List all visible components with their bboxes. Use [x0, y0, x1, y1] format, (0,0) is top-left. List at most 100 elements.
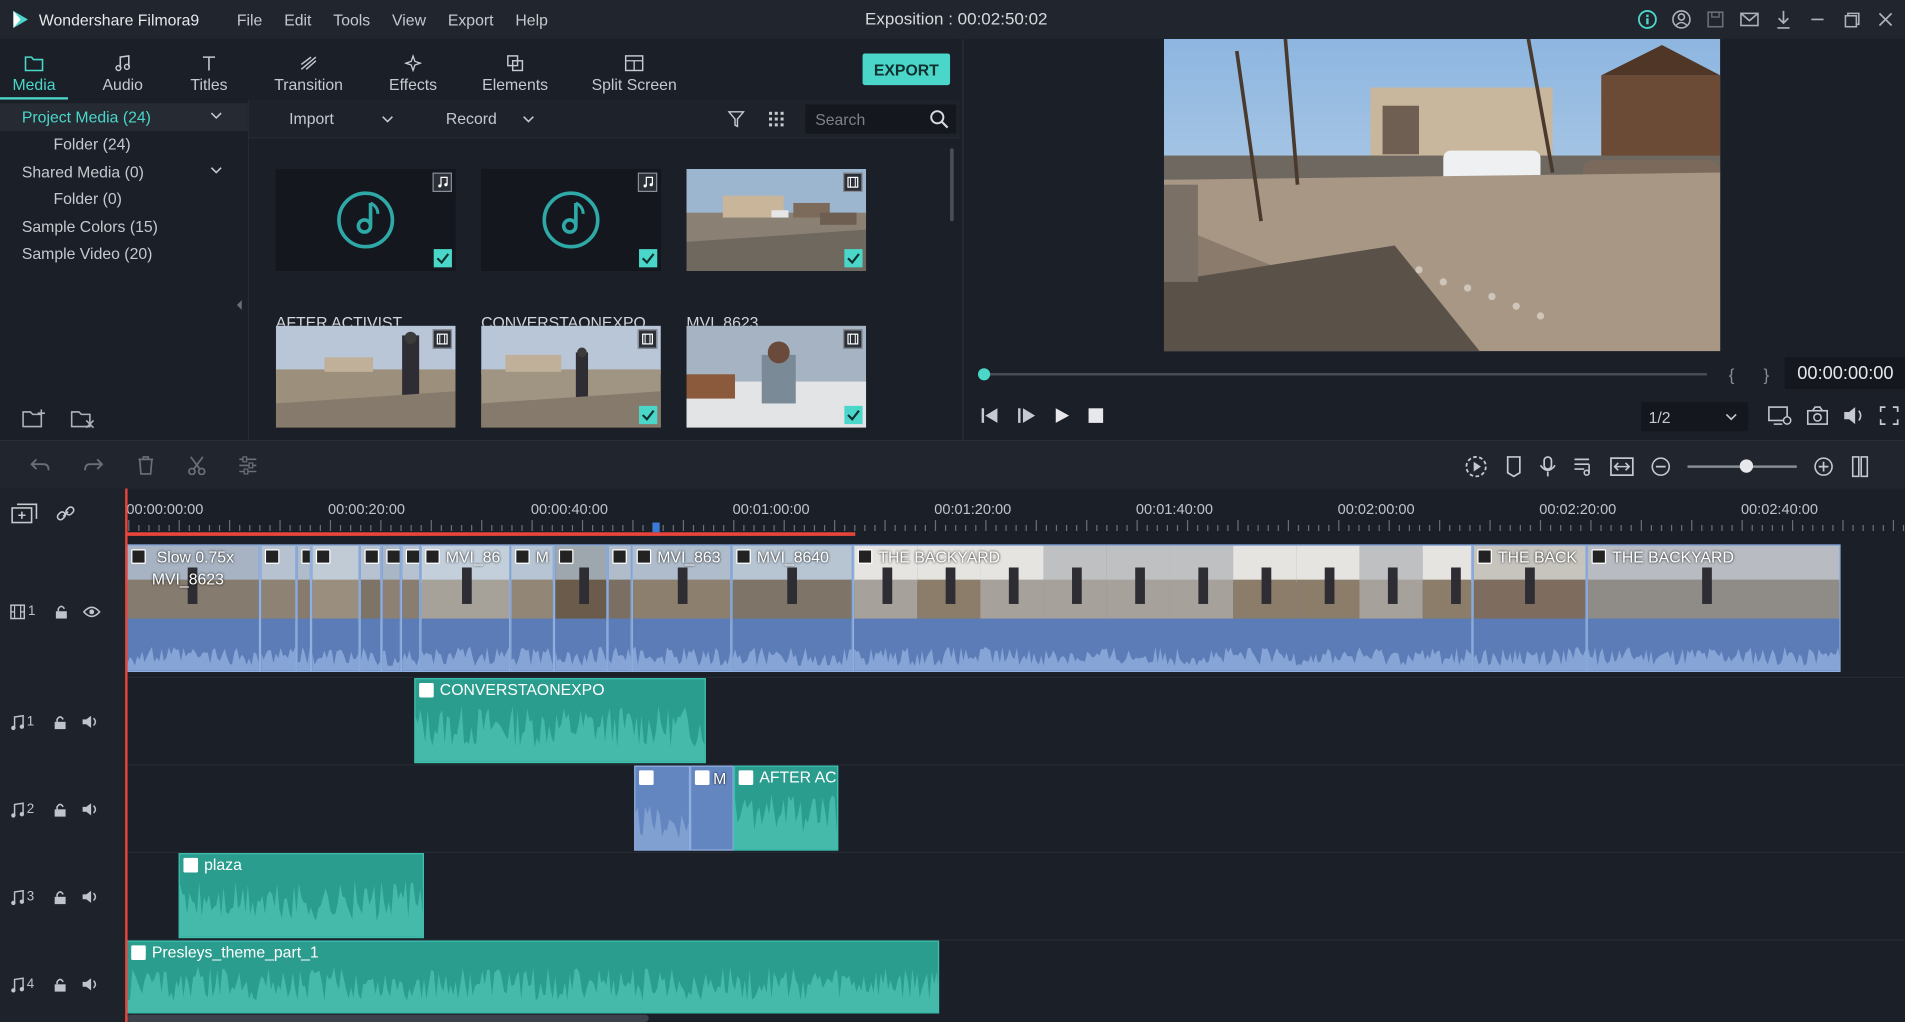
info-icon[interactable]	[1635, 7, 1659, 31]
delete-icon[interactable]	[136, 456, 155, 475]
timeline-horizontal-scrollbar[interactable]	[126, 1014, 649, 1022]
tab-media[interactable]: Media	[0, 39, 69, 100]
tab-titles[interactable]: Titles	[177, 39, 240, 100]
fit-timeline-icon[interactable]	[1610, 457, 1634, 476]
close-icon[interactable]	[1873, 7, 1897, 31]
tree-project-media[interactable]: Project Media (24)	[0, 103, 248, 131]
undo-icon[interactable]	[29, 456, 51, 475]
video-clip[interactable]	[381, 544, 401, 673]
voiceover-list-icon[interactable]	[1573, 456, 1592, 478]
search-box[interactable]: Search	[805, 104, 957, 134]
preview-quality-select[interactable]: 1/2	[1641, 402, 1749, 432]
audio-clip-m[interactable]: M	[690, 765, 734, 851]
search-input[interactable]: Search	[815, 110, 865, 128]
import-dropdown[interactable]: Import	[289, 109, 395, 128]
zoom-in-icon[interactable]	[1814, 457, 1833, 476]
download-icon[interactable]	[1771, 7, 1795, 31]
timeline-marker[interactable]	[652, 522, 660, 533]
link-icon[interactable]	[55, 503, 77, 525]
record-dropdown[interactable]: Record	[446, 109, 536, 128]
media-item-video[interactable]	[275, 325, 456, 428]
video-clip[interactable]: M	[510, 544, 554, 673]
zoom-slider[interactable]	[1687, 459, 1797, 473]
video-clip[interactable]	[296, 544, 312, 673]
tree-folder-24[interactable]: Folder (24)	[0, 131, 248, 158]
tree-sample-colors[interactable]: Sample Colors (15)	[0, 213, 248, 240]
minimize-icon[interactable]	[1805, 7, 1829, 31]
tab-split-screen[interactable]: Split Screen	[581, 39, 688, 100]
stop-icon[interactable]	[1087, 407, 1104, 424]
media-item-mvi-8623[interactable]	[686, 168, 867, 271]
marker-icon[interactable]	[1505, 456, 1522, 478]
tree-shared-media[interactable]: Shared Media (0)	[0, 158, 248, 185]
lock-icon[interactable]	[54, 889, 67, 905]
tab-audio[interactable]: Audio	[68, 39, 177, 100]
restore-icon[interactable]	[1839, 7, 1863, 31]
volume-icon[interactable]	[1843, 406, 1865, 425]
speaker-icon[interactable]	[82, 977, 100, 992]
add-track-icon[interactable]	[11, 503, 38, 525]
display-settings-icon[interactable]	[1768, 406, 1792, 425]
delete-folder-icon[interactable]	[70, 408, 95, 430]
preview-scrub-handle[interactable]	[977, 368, 991, 381]
lock-icon[interactable]	[54, 801, 67, 817]
video-clip[interactable]: MVI_8640	[731, 544, 853, 673]
audio-clip-plaza[interactable]: plaza	[178, 853, 425, 939]
media-item-after-activist[interactable]	[275, 168, 456, 271]
tab-transition[interactable]: Transition	[241, 39, 377, 100]
fullscreen-icon[interactable]	[1879, 406, 1899, 425]
mark-in-out-braces[interactable]: { }	[1729, 365, 1782, 384]
tab-elements[interactable]: Elements	[450, 39, 581, 100]
export-button[interactable]: EXPORT	[862, 53, 951, 86]
zoom-slider-handle[interactable]	[1739, 459, 1754, 473]
lock-icon[interactable]	[54, 976, 67, 992]
video-clip[interactable]: MVI_86	[420, 544, 511, 673]
render-preview-icon[interactable]	[1464, 454, 1488, 478]
grid-view-icon[interactable]	[768, 111, 785, 128]
media-item-converstaonexpo[interactable]	[481, 168, 661, 271]
tree-sample-video[interactable]: Sample Video (20)	[0, 240, 248, 267]
step-back-icon[interactable]	[980, 407, 999, 424]
media-scrollbar[interactable]	[950, 148, 954, 222]
search-icon[interactable]	[929, 109, 949, 129]
menu-help[interactable]: Help	[504, 10, 558, 28]
speaker-icon[interactable]	[82, 802, 100, 817]
zoom-out-icon[interactable]	[1651, 457, 1671, 476]
microphone-icon[interactable]	[1539, 456, 1556, 478]
audio-clip-after-activist[interactable]: AFTER AC	[733, 765, 839, 851]
collapse-panel-arrow-icon[interactable]	[236, 300, 242, 310]
video-clip[interactable]	[259, 544, 297, 673]
video-clip[interactable]	[607, 544, 632, 673]
timeline-ruler[interactable]: 00:00:00:00 00:00:20:00 00:00:40:00 00:0…	[126, 488, 1905, 545]
playhead[interactable]	[125, 488, 128, 1022]
media-item-video[interactable]	[686, 325, 867, 428]
mail-icon[interactable]	[1737, 7, 1761, 31]
eye-icon[interactable]	[82, 605, 101, 618]
video-clip[interactable]	[400, 544, 421, 673]
save-icon[interactable]	[1703, 7, 1727, 31]
video-clip[interactable]	[311, 544, 360, 673]
video-clip[interactable]: THE BACK	[1472, 544, 1587, 673]
video-clip[interactable]: MVI_863	[631, 544, 732, 673]
audio-clip-presleys-theme[interactable]: Presleys_theme_part_1	[126, 940, 940, 1014]
audio-clip-converstaonexpo[interactable]: CONVERSTAONEXPO	[414, 678, 706, 764]
play-icon[interactable]	[1053, 407, 1070, 424]
menu-tools[interactable]: Tools	[322, 10, 381, 28]
audio-clip-blue[interactable]	[634, 765, 691, 851]
new-folder-icon[interactable]	[22, 408, 46, 430]
video-clip[interactable]: THE BACKYARD	[852, 544, 1473, 673]
menu-view[interactable]: View	[381, 10, 437, 28]
filter-icon[interactable]	[727, 111, 745, 128]
lock-icon[interactable]	[54, 714, 67, 730]
menu-export[interactable]: Export	[437, 10, 505, 28]
speaker-icon[interactable]	[82, 890, 100, 905]
snapshot-icon[interactable]	[1806, 406, 1829, 425]
chevron-down-icon[interactable]	[209, 108, 224, 123]
video-clip[interactable]	[359, 544, 382, 673]
media-item-video[interactable]	[481, 325, 661, 428]
lock-icon[interactable]	[55, 603, 68, 619]
panel-layout-icon[interactable]	[1850, 456, 1869, 478]
menu-file[interactable]: File	[226, 10, 273, 28]
adjust-icon[interactable]	[238, 456, 257, 475]
menu-edit[interactable]: Edit	[273, 10, 322, 28]
